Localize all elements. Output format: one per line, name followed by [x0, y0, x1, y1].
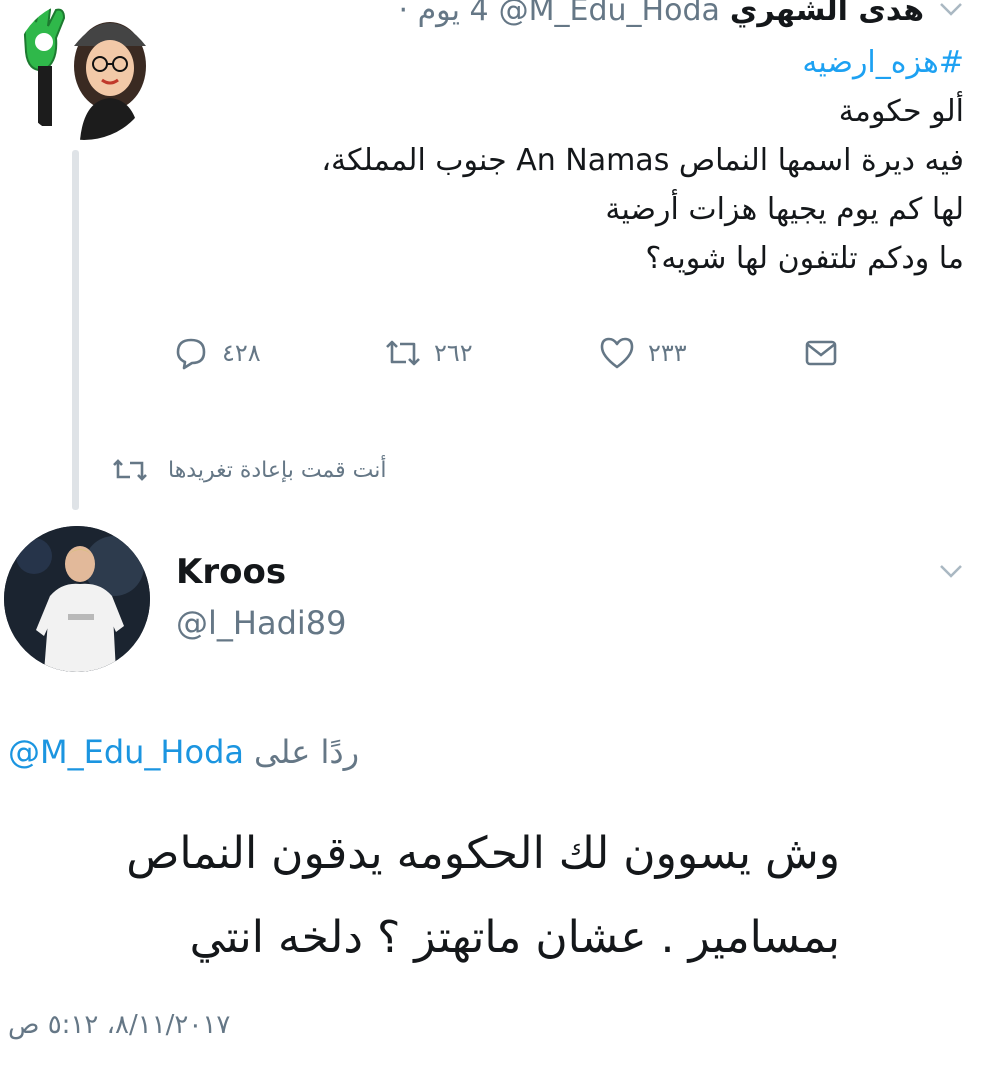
- like-icon: [600, 337, 634, 369]
- thread-connector-line: [72, 150, 79, 510]
- original-tweet-header: هدى الشهري @M_Edu_Hoda 4 يوم ·: [399, 0, 924, 34]
- author-handle[interactable]: @l_Hadi89: [176, 604, 346, 642]
- avatar[interactable]: [4, 526, 150, 672]
- dm-icon: [805, 340, 837, 366]
- avatar[interactable]: [14, 0, 154, 140]
- tweet-line: ألو حكومة: [838, 94, 964, 129]
- retweeted-indicator: أنت قمت بإعادة تغريدها: [110, 452, 387, 488]
- like-button[interactable]: ٢٣٣: [596, 332, 687, 374]
- author-name[interactable]: هدى الشهري: [730, 0, 924, 28]
- tweet-timestamp: ٨/١١/٢٠١٧، ٥:١٢ ص: [8, 1010, 231, 1040]
- tweet-line: بمسامير . عشان ماتهتز ؟ دلخه انتي: [189, 912, 840, 963]
- reply-to-handle-link[interactable]: @M_Edu_Hoda: [8, 733, 244, 771]
- author-name[interactable]: Kroos: [176, 552, 286, 592]
- player-avatar-icon: [4, 526, 150, 672]
- reply-to-label: ردًا على: [253, 733, 360, 771]
- chevron-down-icon[interactable]: [936, 0, 966, 24]
- reply-button[interactable]: ٤٢٨: [170, 332, 261, 374]
- tweet-line: لها كم يوم يجيها هزات أرضية: [605, 192, 964, 227]
- reply-icon: [176, 338, 206, 370]
- retweet-button[interactable]: ٢٦٢: [382, 332, 473, 374]
- tweet-line: ما ودكم تلتفون لها شويه؟: [645, 241, 964, 276]
- reply-count: ٤٢٨: [222, 339, 261, 367]
- original-tweet-text: #هزه_ارضيه ألو حكومة فيه ديرة اسمها النم…: [204, 38, 964, 283]
- reply-tweet-text: وش يسوون لك الحكومه يدقون النماص بمسامير…: [10, 812, 840, 980]
- author-handle[interactable]: @M_Edu_Hoda: [499, 0, 720, 28]
- hashtag-link[interactable]: #هزه_ارضيه: [204, 38, 964, 87]
- tweet-line: فيه ديرة اسمها النماص An Namas جنوب المم…: [321, 143, 964, 178]
- retweet-icon: [113, 459, 147, 481]
- bitmoji-avatar-icon: [22, 0, 146, 140]
- tweet-time: 4 يوم ·: [398, 0, 489, 28]
- tweet-actions-bar: ٤٢٨ ٢٦٢ ٢٣٣: [170, 332, 890, 382]
- tweet-line: وش يسوون لك الحكومه يدقون النماص: [126, 828, 840, 879]
- like-count: ٢٣٣: [648, 339, 687, 367]
- chevron-down-icon[interactable]: [936, 556, 966, 586]
- retweet-icon: [386, 340, 420, 366]
- direct-message-button[interactable]: [800, 332, 842, 374]
- retweet-count: ٢٦٢: [434, 339, 473, 367]
- reply-context: @M_Edu_Hoda ردًا على: [8, 733, 359, 771]
- retweeted-label: أنت قمت بإعادة تغريدها: [168, 457, 387, 483]
